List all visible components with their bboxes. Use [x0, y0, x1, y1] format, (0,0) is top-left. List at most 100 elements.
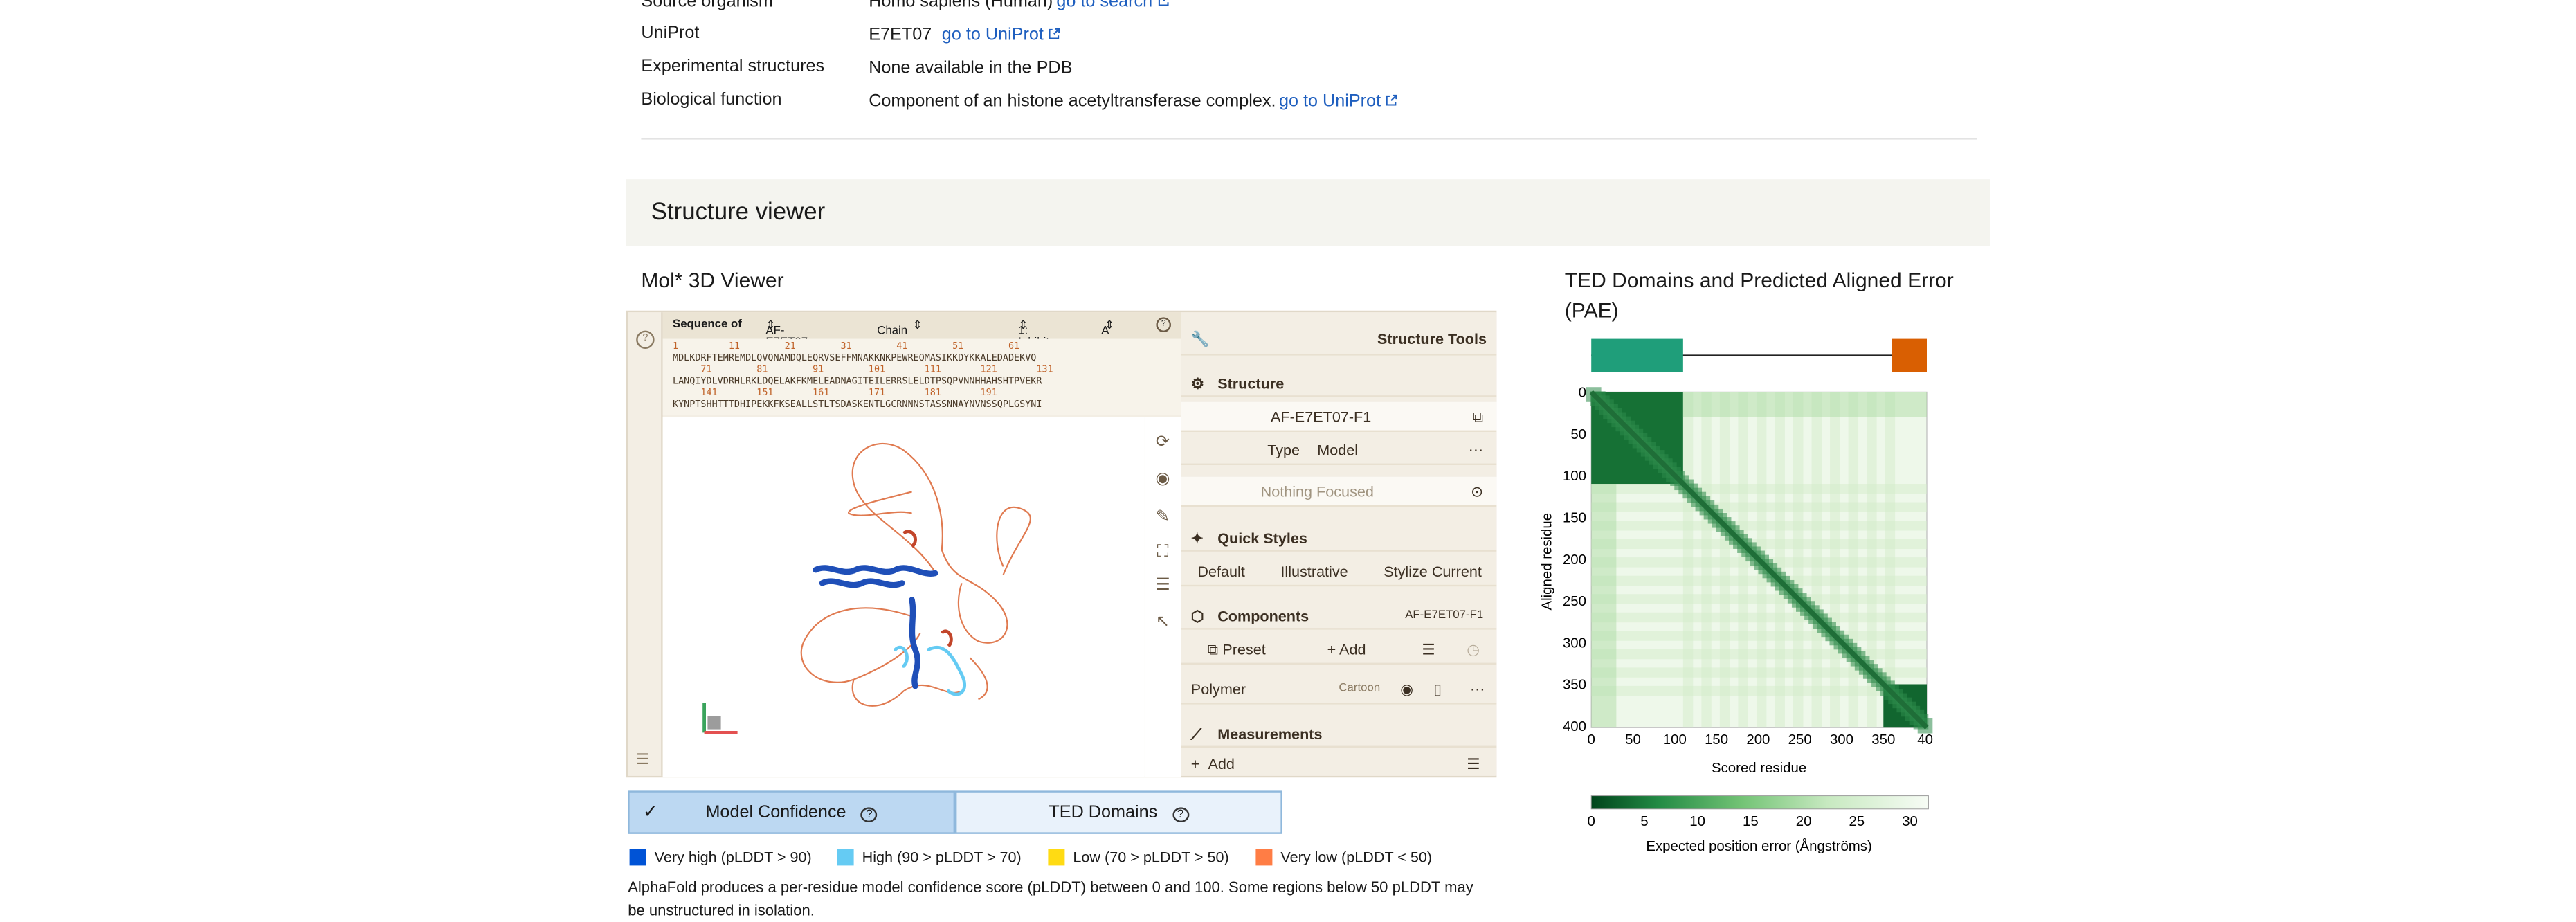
seq-line: MDLKDRFTEMREMDLQVQNAMDQLEQRVSEFFMNAKKNKP…: [673, 354, 1037, 364]
measurements-section[interactable]: ⟋ Measurements: [1181, 719, 1497, 748]
colorbar-tick-label: 25: [1849, 814, 1865, 829]
quick-styles-section[interactable]: ✦ Quick Styles: [1181, 523, 1497, 552]
focus-target-icon[interactable]: ⊙: [1471, 483, 1483, 501]
structure-section[interactable]: ⚙ Structure: [1181, 369, 1497, 397]
reset-camera-icon[interactable]: ⟳: [1151, 432, 1174, 455]
chain-select[interactable]: 1: Inhibitor of ... ⇕: [1018, 319, 1060, 361]
settings-sliders-icon[interactable]: ☰: [636, 751, 649, 769]
colorbar-tick-label: 0: [1588, 814, 1595, 829]
legend-very-low: Very low (pLDDT < 50): [1255, 849, 1432, 866]
default-style-button[interactable]: Default: [1197, 563, 1244, 580]
add-component-button[interactable]: + Add: [1327, 641, 1366, 658]
seq-numbers: 1 11 21 31 41 51 61: [673, 342, 1020, 352]
gear-icon: ⚙: [1190, 375, 1205, 392]
delete-trash-icon[interactable]: ▯: [1433, 681, 1442, 699]
preset-button[interactable]: ⧉ Preset: [1208, 641, 1266, 659]
pae-heatmap[interactable]: [1586, 387, 1933, 734]
check-icon: ✓: [642, 802, 658, 822]
divider: [641, 138, 1977, 140]
sequence-of-label: Sequence of: [673, 318, 742, 331]
settings-sliders-icon[interactable]: ☰: [1467, 756, 1480, 774]
legend-swatch: [837, 849, 854, 866]
add-measurement-button[interactable]: + Add: [1191, 756, 1235, 772]
legend-swatch: [1255, 849, 1273, 866]
protein-structure-render: [702, 443, 1031, 734]
x-tick-label: 150: [1705, 732, 1728, 748]
selection-cursor-icon[interactable]: ↖: [1151, 611, 1174, 635]
go-to-search-link[interactable]: go to search: [1056, 0, 1169, 12]
x-tick-label: 250: [1788, 732, 1812, 748]
y-tick-label: 250: [1563, 594, 1586, 609]
sequence-panel[interactable]: 1 11 21 31 41 51 61 MDLKDRFTEMREMDLQVQNA…: [662, 338, 1181, 415]
mol-viewer-title: Mol* 3D Viewer: [641, 269, 784, 293]
molstar-viewer[interactable]: ? ☰ Sequence of AF-E7ET07-F1 ⇕ Chain ⇕ 1…: [626, 310, 1497, 778]
wrench-icon[interactable]: ✎: [1151, 507, 1174, 530]
info-value-uniprot: E7ET07: [869, 25, 932, 45]
magic-wand-icon: ✦: [1190, 530, 1204, 547]
components-actions: ⧉ Preset + Add ☰ ◷: [1181, 635, 1497, 665]
type-value: Model: [1317, 442, 1359, 459]
sequence-toolbar: Sequence of AF-E7ET07-F1 ⇕ Chain ⇕ 1: In…: [662, 312, 1181, 361]
structure-select[interactable]: AF-E7ET07-F1 ⧉: [1181, 401, 1497, 432]
pae-chart[interactable]: 0 50 100 150 200 250 300 350 40 0501001502002503…: [1528, 325, 1960, 874]
colorbar-tick-label: 15: [1743, 814, 1759, 829]
info-label-experimental: Experimental structures: [641, 56, 825, 77]
help-icon[interactable]: ?: [636, 330, 655, 350]
y-axis: 0 50 100 150 200 250 300 350 400: [1563, 386, 1586, 734]
focus-row[interactable]: Nothing Focused ⊙: [1181, 476, 1497, 507]
letter-select[interactable]: A ⇕: [1101, 319, 1114, 337]
confidence-tabs: ✓ Model Confidence ? TED Domains ?: [628, 790, 1282, 834]
colorbar-tick-label: 10: [1689, 814, 1705, 829]
y-tick-label: 300: [1563, 635, 1586, 651]
help-icon[interactable]: ?: [860, 807, 878, 822]
confidence-description: AlphaFold produces a per-residue model c…: [628, 878, 1473, 919]
viewer-toolbar: ⟳ ◉ ✎ ⛶ ☰ ↖: [1144, 417, 1181, 778]
focus-icon[interactable]: ◉: [1151, 469, 1174, 492]
help-icon[interactable]: ?: [1172, 807, 1189, 822]
entry-select[interactable]: AF-E7ET07-F1 ⇕: [765, 319, 811, 361]
info-label-function: Biological function: [641, 89, 782, 110]
pae-band: [1682, 392, 1927, 417]
copy-icon[interactable]: ⧉: [1473, 408, 1483, 426]
y-tick-label: 0: [1579, 386, 1586, 401]
visibility-eye-icon[interactable]: ◉: [1400, 681, 1413, 699]
more-icon[interactable]: ⋯: [1470, 681, 1485, 699]
colorbar-tick-label: 5: [1640, 814, 1648, 829]
pae-title: TED Domains and Predicted Aligned Error …: [1564, 269, 1954, 323]
type-row[interactable]: Type Model ⋯: [1181, 435, 1497, 465]
3d-structure-canvas[interactable]: [662, 417, 1145, 778]
colorbar-label: Expected position error (Ångströms): [1646, 838, 1871, 854]
quick-styles-buttons: Default Illustrative Stylize Current: [1181, 557, 1497, 587]
polymer-row[interactable]: Polymer Cartoon ◉ ▯ ⋯: [1181, 674, 1497, 705]
info-value-organism: Homo sapiens (Human): [869, 0, 1053, 12]
more-icon[interactable]: ⋯: [1469, 442, 1484, 460]
info-label-organism: Source organism: [641, 0, 773, 12]
pae-band: [1591, 484, 1617, 728]
stylize-current-button[interactable]: Stylize Current: [1384, 563, 1482, 580]
tab-model-confidence[interactable]: ✓ Model Confidence ?: [628, 790, 955, 834]
settings-sliders-icon[interactable]: ☰: [1422, 641, 1435, 659]
history-icon[interactable]: ◷: [1467, 641, 1480, 659]
y-axis-label: Aligned residue: [1540, 513, 1555, 611]
help-icon[interactable]: ?: [1156, 317, 1172, 333]
viewer-left-rail: ? ☰: [628, 312, 663, 776]
measurements-add: + Add ☰: [1181, 752, 1496, 776]
legend-swatch: [1048, 849, 1065, 866]
chain-mode-select[interactable]: Chain ⇕: [877, 319, 922, 337]
tab-ted-domains[interactable]: TED Domains ?: [955, 790, 1282, 834]
components-section[interactable]: ⬡ Components AF-E7ET07-F1: [1181, 602, 1497, 630]
structure-viewer-title: Structure viewer: [651, 199, 826, 226]
x-tick-label: 0: [1588, 732, 1595, 748]
fullscreen-icon[interactable]: ⛶: [1151, 541, 1174, 565]
function-uniprot-link[interactable]: go to UniProt: [1279, 91, 1398, 111]
x-tick-label: 40: [1917, 732, 1933, 748]
y-tick-label: 350: [1563, 678, 1586, 693]
settings-sliders-icon[interactable]: ☰: [1151, 575, 1174, 598]
seq-line: LANQIYDLVDRHLRKLDQELAKFKMELEADNAGITEILER…: [673, 377, 1042, 388]
illustrative-style-button[interactable]: Illustrative: [1280, 563, 1348, 580]
ted-domain: [1892, 338, 1927, 372]
axes-indicator: [702, 703, 738, 734]
external-link-icon: [1386, 94, 1398, 106]
go-to-uniprot-link[interactable]: go to UniProt: [942, 25, 1060, 45]
info-value-experimental: None available in the PDB: [869, 58, 1073, 78]
